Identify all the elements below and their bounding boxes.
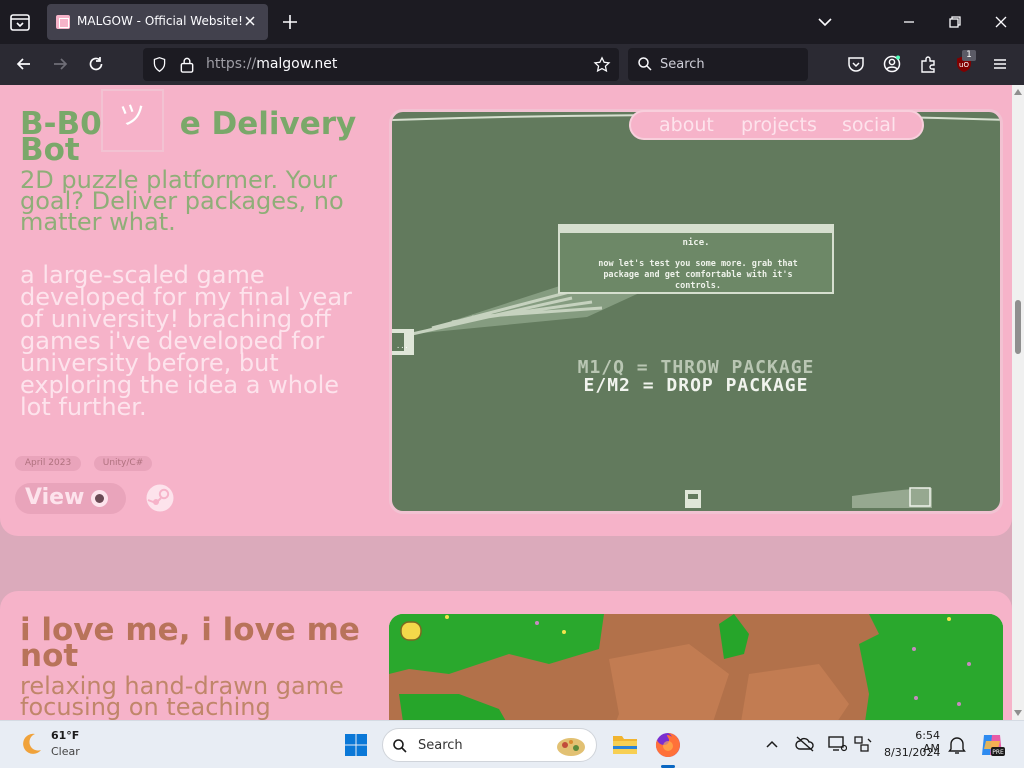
- tag-engine: Unity/C#: [94, 456, 152, 471]
- scroll-thumb[interactable]: [1015, 300, 1021, 354]
- shield-icon[interactable]: [151, 56, 168, 73]
- project-title-bbot: B-B0 e Delivery Bot: [20, 109, 356, 166]
- scroll-down-icon[interactable]: [1014, 710, 1022, 716]
- scroll-up-icon[interactable]: [1014, 89, 1022, 95]
- navigation-toolbar: https://malgow.net Search uO 1: [0, 44, 1024, 85]
- tab-bar: MALGOW - Official Website!: [0, 0, 1024, 44]
- game-preview-image: ...: [389, 109, 1003, 514]
- dialog-line: package and get comfortable with it's: [603, 270, 793, 280]
- chevron-down-icon[interactable]: [815, 12, 835, 32]
- pocket-icon[interactable]: [846, 54, 866, 74]
- active-tab[interactable]: MALGOW - Official Website!: [47, 4, 268, 40]
- dialog-body: now let's test you some more. grab that …: [566, 259, 830, 292]
- restore-icon[interactable]: [945, 12, 965, 32]
- network-icon[interactable]: [853, 735, 873, 753]
- weather-moon-icon[interactable]: [18, 731, 44, 757]
- url-text[interactable]: https://malgow.net: [206, 56, 337, 72]
- notification-bell-icon[interactable]: [948, 735, 966, 755]
- weather-desc[interactable]: Clear: [51, 745, 80, 758]
- nav-projects-link[interactable]: projects: [741, 114, 817, 136]
- minimize-icon[interactable]: [899, 12, 919, 32]
- subtitle-line: focusing on teaching: [20, 693, 271, 720]
- url-protocol: https://: [206, 56, 257, 72]
- display-icon[interactable]: [827, 735, 847, 753]
- close-tab-icon[interactable]: [242, 13, 258, 29]
- steam-icon[interactable]: [145, 483, 175, 513]
- search-highlight-icon: [557, 738, 585, 756]
- close-window-icon[interactable]: [991, 12, 1011, 32]
- new-tab-icon[interactable]: [280, 12, 300, 32]
- hamburger-menu-icon[interactable]: [990, 54, 1010, 74]
- list-all-tabs-icon[interactable]: [8, 10, 32, 34]
- clock-date[interactable]: 8/31/2024: [884, 746, 940, 759]
- bookmark-star-icon[interactable]: [593, 56, 611, 74]
- reload-icon[interactable]: [86, 54, 106, 74]
- taskbar-search-box[interactable]: Search: [382, 728, 597, 762]
- site-favicon: [56, 15, 70, 29]
- site-logo[interactable]: ツ: [101, 89, 164, 152]
- search-icon: [638, 57, 652, 71]
- forward-arrow-icon[interactable]: [50, 54, 70, 74]
- project-description-bbot: a large-scaled game developed for my fin…: [20, 263, 352, 421]
- weather-temp[interactable]: 61°F: [51, 729, 79, 742]
- project-title-ilovemenot: i love me, i love me not: [20, 615, 360, 672]
- taskbar-search-label: Search: [418, 738, 463, 753]
- description-line: lot further.: [20, 393, 147, 421]
- title-part-2: e Delivery: [179, 106, 357, 142]
- subtitle-line: matter what.: [20, 208, 176, 236]
- view-project-button[interactable]: View: [15, 483, 126, 514]
- site-nav: about projects social: [629, 110, 924, 140]
- game-preview-image-2: [389, 614, 1003, 720]
- logo-glyph: ツ: [119, 101, 146, 131]
- copilot-icon[interactable]: PRE: [978, 731, 1006, 759]
- nav-social-link[interactable]: social: [842, 114, 896, 136]
- back-arrow-icon[interactable]: [14, 54, 34, 74]
- search-icon: [393, 739, 407, 753]
- dialog-line: controls.: [674, 281, 722, 291]
- control-hint-drop: E/M2 = DROP PACKAGE: [583, 375, 809, 396]
- svg-text:uO: uO: [959, 61, 969, 69]
- account-icon[interactable]: [882, 54, 902, 74]
- title-line: not: [20, 638, 79, 674]
- firefox-icon[interactable]: [654, 731, 682, 759]
- nav-about-link[interactable]: about: [659, 114, 714, 136]
- search-box[interactable]: Search: [628, 48, 808, 81]
- title-part-3: Bot: [20, 132, 80, 168]
- file-explorer-icon[interactable]: [611, 732, 639, 756]
- eye-icon: [91, 490, 108, 507]
- tab-title: MALGOW - Official Website!: [77, 14, 243, 28]
- windows-start-icon[interactable]: [344, 733, 368, 757]
- page-viewport: B-B0 e Delivery Bot 2D puzzle platformer.…: [0, 85, 1012, 720]
- project-subtitle-bbot: 2D puzzle platformer. Your goal? Deliver…: [20, 168, 344, 236]
- page-scrollbar[interactable]: [1012, 85, 1024, 720]
- game-dialog: nice. now let's test you some more. grab…: [558, 224, 834, 294]
- tag-date: April 2023: [15, 456, 81, 471]
- onedrive-cloud-icon[interactable]: [795, 735, 815, 753]
- game-scene: ...: [392, 114, 1000, 508]
- dialog-line: now let's test you some more. grab that: [598, 259, 798, 269]
- lock-icon[interactable]: [179, 56, 195, 73]
- map-scene: [389, 614, 1003, 720]
- search-placeholder: Search: [660, 57, 705, 72]
- chevron-up-icon[interactable]: [765, 738, 779, 750]
- svg-text:...: ...: [396, 342, 409, 350]
- project-subtitle-ilovemenot: relaxing hand-drawn game focusing on tea…: [20, 674, 344, 720]
- svg-text:PRE: PRE: [992, 749, 1004, 756]
- view-label: View: [25, 485, 85, 510]
- windows-taskbar: 61°F Clear Search 6:54 AM 8/31/2024 PRE: [0, 720, 1024, 768]
- dialog-heading: nice.: [682, 238, 710, 248]
- address-bar[interactable]: https://malgow.net: [143, 48, 619, 81]
- extensions-puzzle-icon[interactable]: [918, 54, 938, 74]
- url-host: malgow.net: [256, 56, 338, 72]
- extension-badge-count: 1: [962, 50, 976, 61]
